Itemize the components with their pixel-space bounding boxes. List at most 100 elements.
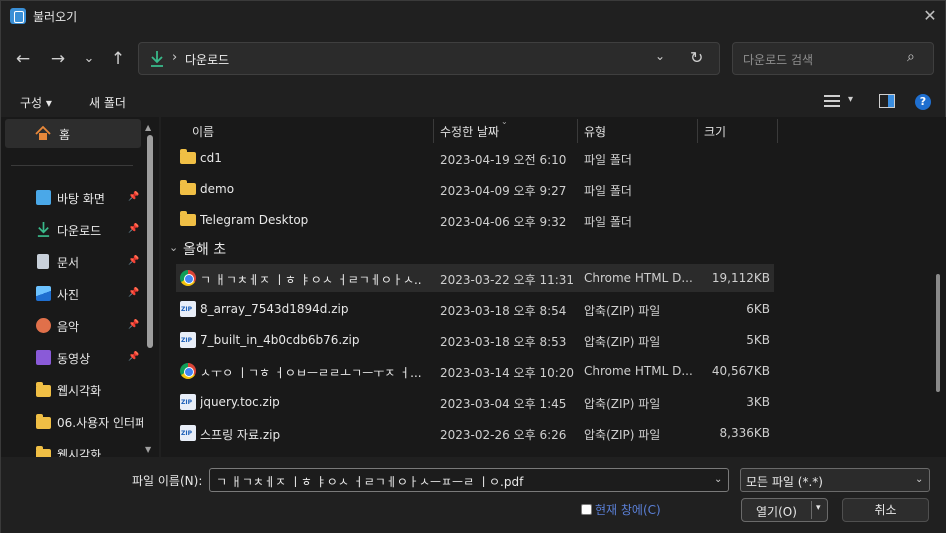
desktop-icon <box>36 190 51 205</box>
pin-icon[interactable]: 📌 <box>128 192 139 202</box>
file-type: 압축(ZIP) 파일 <box>584 335 661 349</box>
pin-icon[interactable]: 📌 <box>128 320 139 330</box>
cancel-button[interactable]: 취소 <box>842 498 929 522</box>
pin-icon[interactable]: 📌 <box>128 288 139 298</box>
pin-icon[interactable]: 📌 <box>128 224 139 234</box>
open-button[interactable]: 열기(O) ▾ <box>741 498 828 522</box>
back-arrow-icon[interactable]: ← <box>11 47 35 71</box>
column-divider[interactable] <box>577 119 578 143</box>
file-date: 2023-03-14 오후 10:20 <box>440 366 575 380</box>
folder-row[interactable]: Telegram Desktop 2023-04-06 오후 9:32 파일 폴… <box>176 206 774 234</box>
file-row[interactable]: ㅅㅜㅇ ㅣㄱㅎ ㅓㅇㅂㅡㄹㄹㅗㄱㅡㅜㅈ ㅓ... 2023-03-14 오후 1… <box>176 357 774 385</box>
sidebar-item-music[interactable]: 음악 📌 <box>1 313 151 339</box>
scroll-up-arrow-icon[interactable]: ▲ <box>145 123 151 132</box>
forward-arrow-icon[interactable]: → <box>46 47 70 71</box>
file-name: demo <box>200 182 235 196</box>
close-icon[interactable]: ✕ <box>919 5 941 27</box>
file-type-select[interactable]: 모든 파일 (*.*) ⌄ <box>740 468 930 492</box>
sidebar-item-home[interactable]: 홈 <box>5 119 141 148</box>
app-icon <box>10 8 26 24</box>
sidebar-item-documents[interactable]: 문서 📌 <box>1 249 151 275</box>
file-row[interactable]: jquery.toc.zip 2023-03-04 오후 1:45 압축(ZIP… <box>176 388 774 416</box>
file-type: 파일 폴더 <box>584 184 632 198</box>
chrome-icon <box>180 270 196 286</box>
file-size: 3KB <box>746 395 770 409</box>
address-history-chevron-icon[interactable]: ⌄ <box>655 49 665 63</box>
file-row[interactable]: 7_built_in_4b0cdb6b76.zip 2023-03-18 오후 … <box>176 326 774 354</box>
sidebar-divider <box>11 165 133 166</box>
file-type: 파일 폴더 <box>584 215 632 229</box>
folder-row[interactable]: cd1 2023-04-19 오전 6:10 파일 폴더 <box>176 144 774 172</box>
filename-field[interactable]: ㄱ ㅐㄱㅊㅔㅈ ㅣㅎ ㅑㅇㅅ ㅓㄹㄱㅔㅇㅏㅅㅡㅍㅡㄹ ㅣㅇ.pdf ⌄ <box>209 468 729 492</box>
file-size: 8,336KB <box>719 426 770 440</box>
file-name: ㄱ ㅐㄱㅊㅔㅈ ㅣㅎ ㅑㅇㅅ ㅓㄹㄱㅔㅇㅏㅅ... <box>200 273 422 287</box>
file-list-scrollbar-thumb[interactable] <box>936 274 940 392</box>
view-dropdown-icon[interactable]: ▾ <box>848 94 853 105</box>
refresh-icon[interactable]: ↻ <box>690 48 703 67</box>
column-divider[interactable] <box>777 119 778 143</box>
search-icon[interactable]: ⌕ <box>907 49 915 65</box>
column-header-name[interactable]: 이름 <box>192 123 214 140</box>
open-options-chevron-icon[interactable]: ▾ <box>816 503 821 513</box>
collapse-group-chevron-icon[interactable]: ⌄ <box>169 241 178 254</box>
sidebar-scrollbar-thumb[interactable] <box>147 135 153 348</box>
column-header-size[interactable]: 크기 <box>704 123 726 140</box>
zip-icon <box>180 332 196 348</box>
title-bar: 불러오기 ✕ <box>1 1 946 33</box>
folder-icon <box>180 149 196 164</box>
home-icon <box>35 126 51 140</box>
file-name: 7_built_in_4b0cdb6b76.zip <box>200 333 360 347</box>
file-date: 2023-04-19 오전 6:10 <box>440 153 567 167</box>
view-options-icon[interactable] <box>824 94 840 108</box>
group-header[interactable]: 올해 초 <box>183 239 226 259</box>
filename-history-chevron-icon[interactable]: ⌄ <box>714 474 722 485</box>
breadcrumb-downloads[interactable]: 다운로드 <box>185 51 229 68</box>
sidebar-item-desktop[interactable]: 바탕 화면 📌 <box>1 185 151 211</box>
file-type-value: 모든 파일 (*.*) <box>746 475 823 489</box>
file-size: 19,112KB <box>711 271 770 285</box>
sidebar-item-videos[interactable]: 동영상 📌 <box>1 345 151 371</box>
column-divider[interactable] <box>433 119 434 143</box>
sidebar-item-label: 웹시각화 <box>57 448 102 457</box>
column-header-modified[interactable]: 수정한 날짜 <box>440 123 499 140</box>
split-divider <box>811 501 812 519</box>
up-arrow-icon[interactable]: ↑ <box>106 47 130 71</box>
column-header-type[interactable]: 유형 <box>584 123 606 140</box>
column-divider[interactable] <box>697 119 698 143</box>
search-input[interactable]: 다운로드 검색 <box>743 51 813 68</box>
preview-pane-icon[interactable] <box>879 94 895 108</box>
sidebar-item-pictures[interactable]: 사진 📌 <box>1 281 151 307</box>
file-row[interactable]: 스프링 자료.zip 2023-02-26 오후 6:26 압축(ZIP) 파일… <box>176 419 774 447</box>
help-icon[interactable]: ? <box>915 94 931 110</box>
new-folder-button[interactable]: 새 폴더 <box>89 94 126 111</box>
sidebar-item-folder[interactable]: 웹시각화 <box>1 377 151 403</box>
pin-icon[interactable]: 📌 <box>128 256 139 266</box>
pictures-icon <box>36 286 51 301</box>
file-name: ㅅㅜㅇ ㅣㄱㅎ ㅓㅇㅂㅡㄹㄹㅗㄱㅡㅜㅈ ㅓ... <box>200 366 422 380</box>
search-box[interactable]: 다운로드 검색 ⌕ <box>732 42 934 75</box>
file-type-chevron-icon[interactable]: ⌄ <box>915 474 923 485</box>
folder-icon <box>36 382 51 397</box>
file-size: 5KB <box>746 333 770 347</box>
address-bar[interactable]: › 다운로드 ⌄ ↻ <box>138 42 720 75</box>
recent-locations-chevron-icon[interactable]: ⌄ <box>77 47 101 71</box>
sidebar-item-downloads[interactable]: 다운로드 📌 <box>1 217 151 243</box>
file-row[interactable]: 8_array_7543d1894d.zip 2023-03-18 오후 8:5… <box>176 295 774 323</box>
organize-button[interactable]: 구성 ▾ <box>20 94 52 111</box>
scroll-down-arrow-icon[interactable]: ▼ <box>145 445 151 454</box>
navigation-pane: 홈 바탕 화면 📌 다운로드 📌 문서 📌 사진 📌 음악 📌 동영상 📌 웹시… <box>1 117 159 457</box>
document-icon <box>37 254 49 269</box>
sidebar-item-label: 06.사용자 인터페 <box>57 416 143 430</box>
sidebar-item-folder[interactable]: 웹시각화 <box>1 441 151 457</box>
pin-icon[interactable]: 📌 <box>128 352 139 362</box>
folder-row[interactable]: demo 2023-04-09 오후 9:27 파일 폴더 <box>176 175 774 203</box>
download-icon <box>151 51 163 67</box>
folder-icon <box>180 180 196 195</box>
zip-icon <box>180 394 196 410</box>
file-type: 파일 폴더 <box>584 153 632 167</box>
sidebar-item-folder[interactable]: 06.사용자 인터페 <box>1 409 151 435</box>
file-date: 2023-04-06 오후 9:32 <box>440 215 567 229</box>
open-in-current-window-label[interactable]: 현재 창에(C) <box>595 501 661 518</box>
open-in-current-window-checkbox[interactable] <box>581 504 592 515</box>
file-row[interactable]: ㄱ ㅐㄱㅊㅔㅈ ㅣㅎ ㅑㅇㅅ ㅓㄹㄱㅔㅇㅏㅅ... 2023-03-22 오후 … <box>176 264 774 292</box>
